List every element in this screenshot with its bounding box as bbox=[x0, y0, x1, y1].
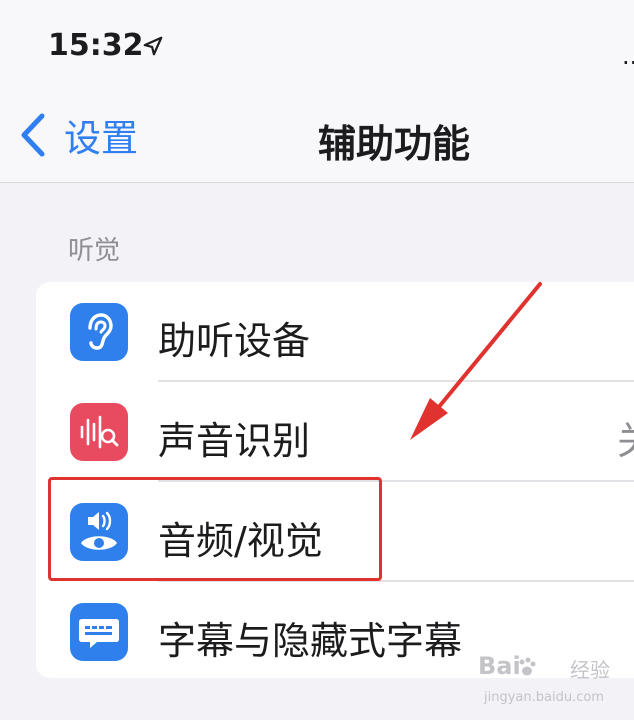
accessibility-settings-screen: 15:32 .. 设置 辅助功能 听觉 助听设备 bbox=[0, 0, 634, 720]
row-label: 声音识别 bbox=[158, 419, 311, 463]
watermark: Bai 经验 jingyan.baidu.com bbox=[478, 650, 628, 714]
row-hearing-devices[interactable]: 助听设备 bbox=[36, 282, 634, 382]
status-bar-signal: .. bbox=[622, 42, 634, 70]
back-button-label: 设置 bbox=[64, 117, 138, 160]
annotation-highlight-box bbox=[48, 477, 382, 581]
sound-recognition-icon bbox=[70, 403, 128, 461]
section-header-hearing: 听觉 bbox=[68, 236, 121, 266]
row-label: 字幕与隐藏式字幕 bbox=[158, 619, 463, 663]
back-button[interactable]: 设置 bbox=[18, 108, 138, 162]
row-label: 助听设备 bbox=[158, 319, 311, 363]
watermark-logo: Bai bbox=[478, 652, 521, 680]
watermark-label: 经验 bbox=[570, 658, 610, 682]
navigation-bar: 15:32 .. 设置 辅助功能 bbox=[0, 0, 634, 183]
location-arrow-icon bbox=[143, 36, 163, 56]
paw-icon bbox=[519, 657, 536, 676]
watermark-url: jingyan.baidu.com bbox=[484, 690, 604, 705]
subtitles-icon bbox=[70, 603, 128, 661]
page-title: 辅助功能 bbox=[318, 122, 471, 166]
row-value-off: 关 bbox=[617, 410, 634, 465]
row-sound-recognition[interactable]: 声音识别 关 bbox=[36, 382, 634, 482]
chevron-left-icon bbox=[21, 113, 45, 157]
ear-icon bbox=[70, 303, 128, 361]
status-bar-time: 15:32 bbox=[48, 28, 144, 63]
